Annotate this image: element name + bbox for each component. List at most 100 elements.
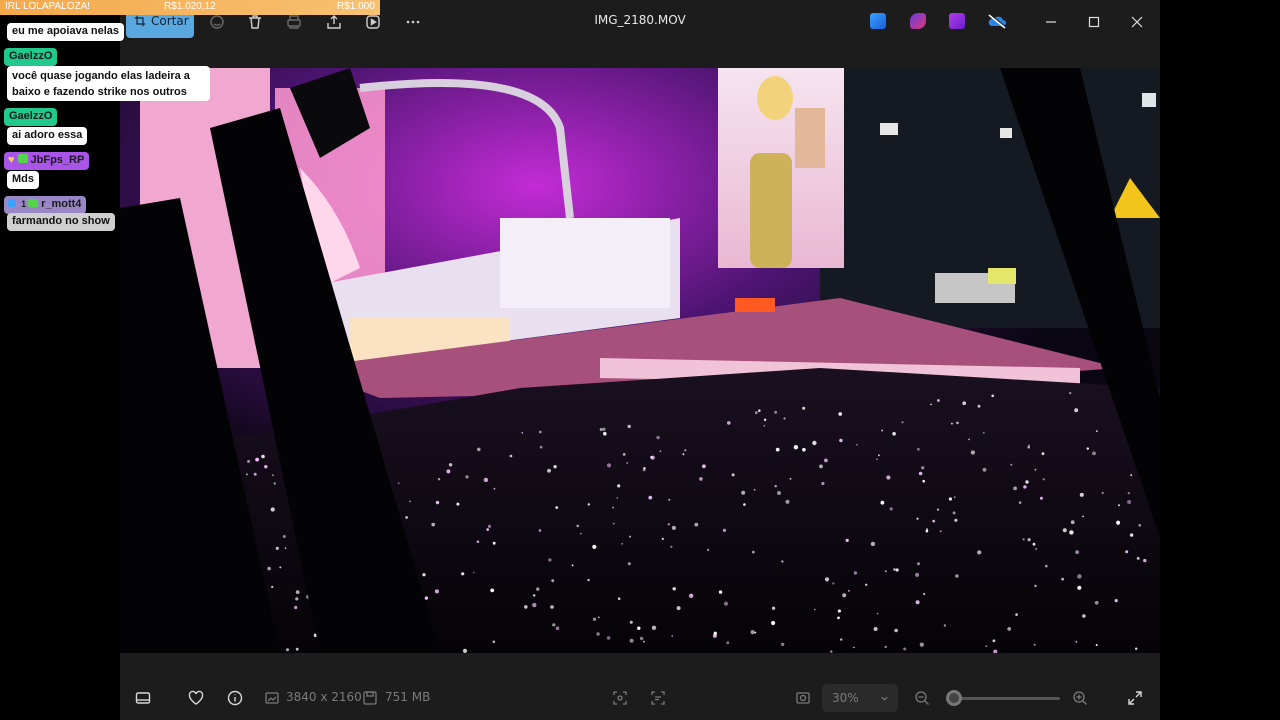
phone-light [642,640,645,643]
phone-light [1039,496,1043,500]
phone-light [901,421,904,424]
phone-light [884,570,887,573]
phone-light [532,602,537,608]
phone-light [950,422,953,425]
phone-light [1007,627,1012,631]
zoom-in-button[interactable] [1070,688,1090,708]
more-icon [406,20,420,24]
rotate-button[interactable] [610,688,630,708]
phone-light [684,449,687,452]
phone-light [1034,584,1037,588]
file-info-button[interactable] [225,688,245,708]
phone-light [743,503,746,506]
phone-light [606,463,612,468]
phone-light [982,431,985,434]
phone-light [726,641,730,645]
phone-light [774,485,777,488]
clipchamp-icon[interactable] [910,13,926,29]
onedrive-icon[interactable] [987,13,1007,29]
maximize-button[interactable] [1081,9,1107,35]
phone-light [1129,533,1134,537]
phone-light [955,574,959,578]
phone-light [1041,452,1045,455]
phone-light [246,473,248,476]
phone-light [1095,644,1098,646]
minimize-button[interactable] [1038,9,1064,35]
phone-light [723,601,729,606]
phone-light [952,511,956,515]
phone-light [1135,647,1138,650]
phone-light [422,573,426,577]
badge-count: 1 [21,199,27,209]
filmstrip-button[interactable] [133,688,153,708]
phone-light [1143,558,1147,563]
visual-search-button[interactable] [648,688,668,708]
video-app-icon[interactable] [949,13,965,29]
phone-light [483,477,489,483]
phone-light [781,642,785,647]
phone-light [275,546,279,550]
phone-light [856,443,858,446]
phone-light [873,627,878,631]
zoom-slider-thumb[interactable] [946,690,963,706]
fullscreen-button[interactable] [1125,688,1145,708]
phone-light [617,484,621,488]
info-icon [227,690,243,706]
phone-light [486,528,490,531]
phone-light [446,469,451,474]
phone-light [876,612,879,615]
phone-light [295,590,300,594]
share-icon [327,15,341,29]
sticker-icon [210,15,224,29]
phone-light [985,645,988,648]
phone-light [1127,492,1130,495]
phone-light [273,482,276,485]
zoom-slider-track[interactable] [946,697,1060,700]
phone-light [750,630,755,635]
phone-light [992,639,996,643]
phone-light [954,518,958,522]
slideshow-icon [366,15,380,29]
phone-light [676,606,681,611]
phone-light [627,424,631,429]
phone-light [550,605,554,609]
chat-message: eu me apoiava nelas [7,23,124,41]
phone-light [977,550,982,555]
phone-light [247,459,251,463]
phone-light [270,507,275,512]
zoom-level-dropdown[interactable]: 30% [822,684,898,712]
phone-light [602,427,606,431]
focus-frame-icon [613,691,627,705]
chat-message-line: baixo e fazendo strike nos outros [12,86,187,98]
phone-light [255,457,259,462]
chat-message-line: você quase jogando elas ladeira a [12,70,190,82]
phone-light [838,412,842,416]
phone-light [1082,515,1084,518]
phone-light [707,548,710,551]
phone-light [982,467,987,472]
phone-light [643,467,646,470]
phone-light [919,642,924,647]
phone-light [917,562,920,566]
phone-light [886,475,891,480]
phone-light [884,645,887,649]
favorite-button[interactable] [186,688,206,708]
phone-light [612,522,615,525]
phone-light [1125,550,1129,554]
phone-light [616,497,618,499]
more-options-button[interactable] [400,9,426,35]
phone-light [1094,600,1099,605]
phone-light [1127,500,1132,504]
actual-size-button[interactable] [793,688,813,708]
chat-username: JbFps_RP [30,154,85,166]
video-frame[interactable] [120,68,1160,653]
phone-light [656,435,660,440]
edit-app-icon[interactable] [870,13,886,29]
phone-light [812,440,817,446]
close-button[interactable] [1124,9,1150,35]
phone-light [754,411,758,415]
phone-light [492,640,496,644]
zoom-out-button[interactable] [912,688,932,708]
phone-light [606,636,611,640]
phone-light [661,537,664,540]
